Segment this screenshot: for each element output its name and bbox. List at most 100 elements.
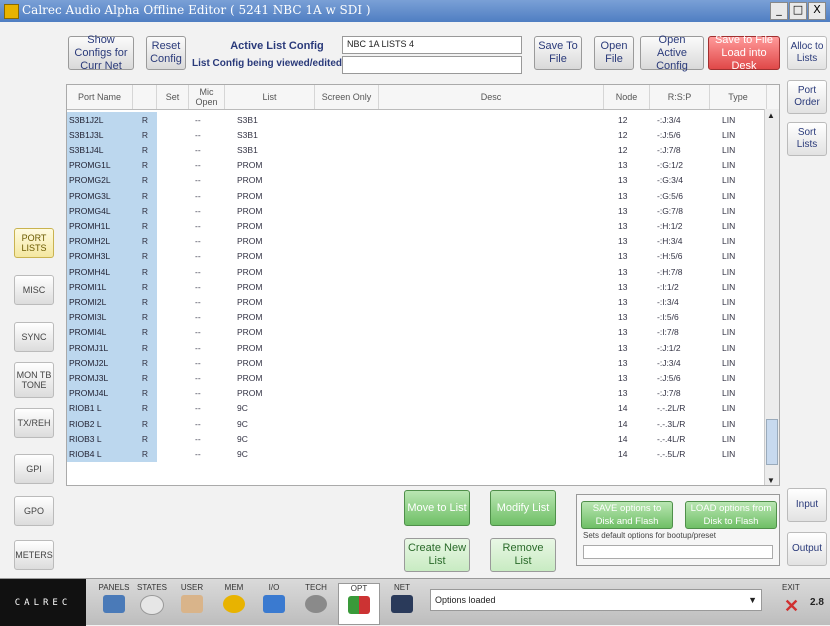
- r-cell: R: [133, 416, 157, 432]
- table-row[interactable]: PROMG2L R -- PROM 13 -:G:3/4 LIN: [67, 172, 767, 188]
- column-port-name[interactable]: Port Name: [67, 85, 133, 109]
- list-config-viewed-field[interactable]: [342, 56, 522, 74]
- table-row[interactable]: S3B1J3L R -- S3B1 12 -:J:5/6 LIN: [67, 127, 767, 143]
- rsp-cell: -:H:7/8: [657, 266, 683, 277]
- exit-icon[interactable]: ✕: [784, 597, 802, 615]
- close-button[interactable]: X: [808, 2, 826, 20]
- r-cell: R: [133, 157, 157, 173]
- table-row[interactable]: PROMG3L R -- PROM 13 -:G:5/6 LIN: [67, 188, 767, 204]
- status-text: Options loaded: [435, 595, 496, 605]
- load-options-button[interactable]: LOAD options from Disk to Flash: [685, 501, 777, 529]
- type-cell: LIN: [722, 342, 736, 353]
- column-list[interactable]: List: [225, 85, 315, 109]
- show-configs-button[interactable]: Show Configs for Curr Net: [68, 34, 134, 72]
- table-row[interactable]: PROMH3L R -- PROM 13 -:H:5/6 LIN: [67, 248, 767, 264]
- sidebar-item-gpi[interactable]: GPI: [14, 454, 54, 484]
- column-node[interactable]: Node: [604, 85, 650, 109]
- sidebar-item-port-lists[interactable]: PORT LISTS: [14, 228, 54, 258]
- node-cell: 13: [618, 175, 628, 186]
- rsp-cell: -:J:1/2: [657, 342, 681, 353]
- alloc-to-lists-button[interactable]: Alloc to Lists: [787, 36, 827, 70]
- panels-button[interactable]: PANELS: [94, 583, 134, 623]
- sidebar-item-meters[interactable]: METERS: [14, 540, 54, 570]
- sidebar-item-sync[interactable]: SYNC: [14, 322, 54, 352]
- modify-list-button[interactable]: Modify List: [490, 490, 556, 526]
- table-row[interactable]: PROMH2L R -- PROM 13 -:H:3/4 LIN: [67, 233, 767, 249]
- tech-label: TECH: [305, 583, 327, 592]
- status-select[interactable]: Options loaded ▼: [430, 589, 762, 611]
- table-row[interactable]: S3B1J4L R -- S3B1 12 -:J:7/8 LIN: [67, 142, 767, 158]
- table-row[interactable]: PROMJ1L R -- PROM 13 -:J:1/2 LIN: [67, 340, 767, 356]
- input-button[interactable]: Input: [787, 488, 827, 522]
- table-row[interactable]: PROMG1L R -- PROM 13 -:G:1/2 LIN: [67, 157, 767, 173]
- table-scrollbar[interactable]: ▲ ▼: [764, 109, 779, 485]
- mem-button[interactable]: MEM: [214, 583, 254, 623]
- column-mic-open[interactable]: Mic Open: [189, 85, 225, 109]
- scroll-thumb[interactable]: [766, 419, 778, 465]
- column-rsp[interactable]: R:S:P: [650, 85, 710, 109]
- open-file-button[interactable]: Open File: [594, 36, 634, 70]
- save-options-button[interactable]: SAVE options to Disk and Flash: [581, 501, 673, 529]
- table-row[interactable]: PROMI1L R -- PROM 13 -:I:1/2 LIN: [67, 279, 767, 295]
- create-new-list-button[interactable]: Create New List: [404, 538, 470, 572]
- port-name-cell: PROMG3L: [67, 188, 133, 204]
- default-options-field[interactable]: [583, 545, 773, 559]
- column-type[interactable]: Type: [710, 85, 767, 109]
- sidebar-item-tx-reh[interactable]: TX/REH: [14, 408, 54, 438]
- tech-button[interactable]: TECH: [296, 583, 336, 623]
- r-cell: R: [133, 446, 157, 462]
- table-row[interactable]: RIOB3 L R -- 9C 14 -.-.4L/R LIN: [67, 431, 767, 447]
- mic-open-cell: --: [195, 251, 201, 262]
- table-row[interactable]: PROMH4L R -- PROM 13 -:H:7/8 LIN: [67, 264, 767, 280]
- list-cell: PROM: [237, 160, 263, 171]
- table-row[interactable]: PROMH1L R -- PROM 13 -:H:1/2 LIN: [67, 218, 767, 234]
- table-row[interactable]: PROMI4L R -- PROM 13 -:I:7/8 LIN: [67, 324, 767, 340]
- move-to-list-button[interactable]: Move to List: [404, 490, 470, 526]
- save-to-file-button[interactable]: Save To File: [534, 36, 582, 70]
- save-to-file-load-into-desk-button[interactable]: Save to File Load into Desk: [708, 34, 780, 72]
- output-button[interactable]: Output: [787, 532, 827, 566]
- sort-lists-button[interactable]: Sort Lists: [787, 122, 827, 156]
- maximize-button[interactable]: □: [789, 2, 807, 20]
- sidebar-item-misc[interactable]: MISC: [14, 275, 54, 305]
- user-button[interactable]: USER: [172, 583, 212, 623]
- io-button[interactable]: I/O: [254, 583, 294, 623]
- remove-list-button[interactable]: Remove List: [490, 538, 556, 572]
- r-cell: R: [133, 370, 157, 386]
- scroll-down-icon[interactable]: ▼: [767, 476, 775, 485]
- table-row[interactable]: PROMI3L R -- PROM 13 -:I:5/6 LIN: [67, 309, 767, 325]
- node-cell: 12: [618, 144, 628, 155]
- minimize-button[interactable]: _: [770, 2, 788, 20]
- column-screen-only[interactable]: Screen Only: [315, 85, 379, 109]
- rsp-cell: -:J:5/6: [657, 129, 681, 140]
- active-list-config-field[interactable]: NBC 1A LISTS 4: [342, 36, 522, 54]
- rsp-cell: -:H:3/4: [657, 236, 683, 247]
- sidebar-item-mon-tb-tone[interactable]: MON TB TONE: [14, 362, 54, 398]
- open-active-config-button[interactable]: Open Active Config: [640, 34, 704, 72]
- table-row[interactable]: S3B1J2L R -- S3B1 12 -:J:3/4 LIN: [67, 112, 767, 128]
- sidebar-item-gpo[interactable]: GPO: [14, 496, 54, 526]
- r-cell: R: [133, 172, 157, 188]
- reset-config-button[interactable]: Reset Config: [146, 36, 186, 70]
- chevron-down-icon[interactable]: ▼: [748, 590, 757, 610]
- scroll-up-icon[interactable]: ▲: [767, 111, 775, 120]
- table-row[interactable]: PROMJ4L R -- PROM 13 -:J:7/8 LIN: [67, 385, 767, 401]
- table-row[interactable]: PROMI2L R -- PROM 13 -:I:3/4 LIN: [67, 294, 767, 310]
- table-row[interactable]: RIOB4 L R -- 9C 14 -.-.5L/R LIN: [67, 446, 767, 462]
- column-set[interactable]: Set: [157, 85, 189, 109]
- mic-open-cell: --: [195, 312, 201, 323]
- port-name-cell: PROMI2L: [67, 294, 133, 310]
- column-r[interactable]: [133, 85, 157, 109]
- table-row[interactable]: RIOB2 L R -- 9C 14 -.-.3L/R LIN: [67, 416, 767, 432]
- table-row[interactable]: PROMJ2L R -- PROM 13 -:J:3/4 LIN: [67, 355, 767, 371]
- net-button[interactable]: NET: [382, 583, 422, 623]
- table-row[interactable]: PROMG4L R -- PROM 13 -:G:7/8 LIN: [67, 203, 767, 219]
- states-button[interactable]: STATES: [132, 583, 172, 623]
- type-cell: LIN: [722, 251, 736, 262]
- exit-label: EXIT: [782, 583, 800, 592]
- table-row[interactable]: PROMJ3L R -- PROM 13 -:J:5/6 LIN: [67, 370, 767, 386]
- column-desc[interactable]: Desc: [379, 85, 604, 109]
- opt-button[interactable]: OPT: [338, 583, 380, 625]
- table-row[interactable]: RIOB1 L R -- 9C 14 -.-.2L/R LIN: [67, 400, 767, 416]
- port-order-button[interactable]: Port Order: [787, 80, 827, 114]
